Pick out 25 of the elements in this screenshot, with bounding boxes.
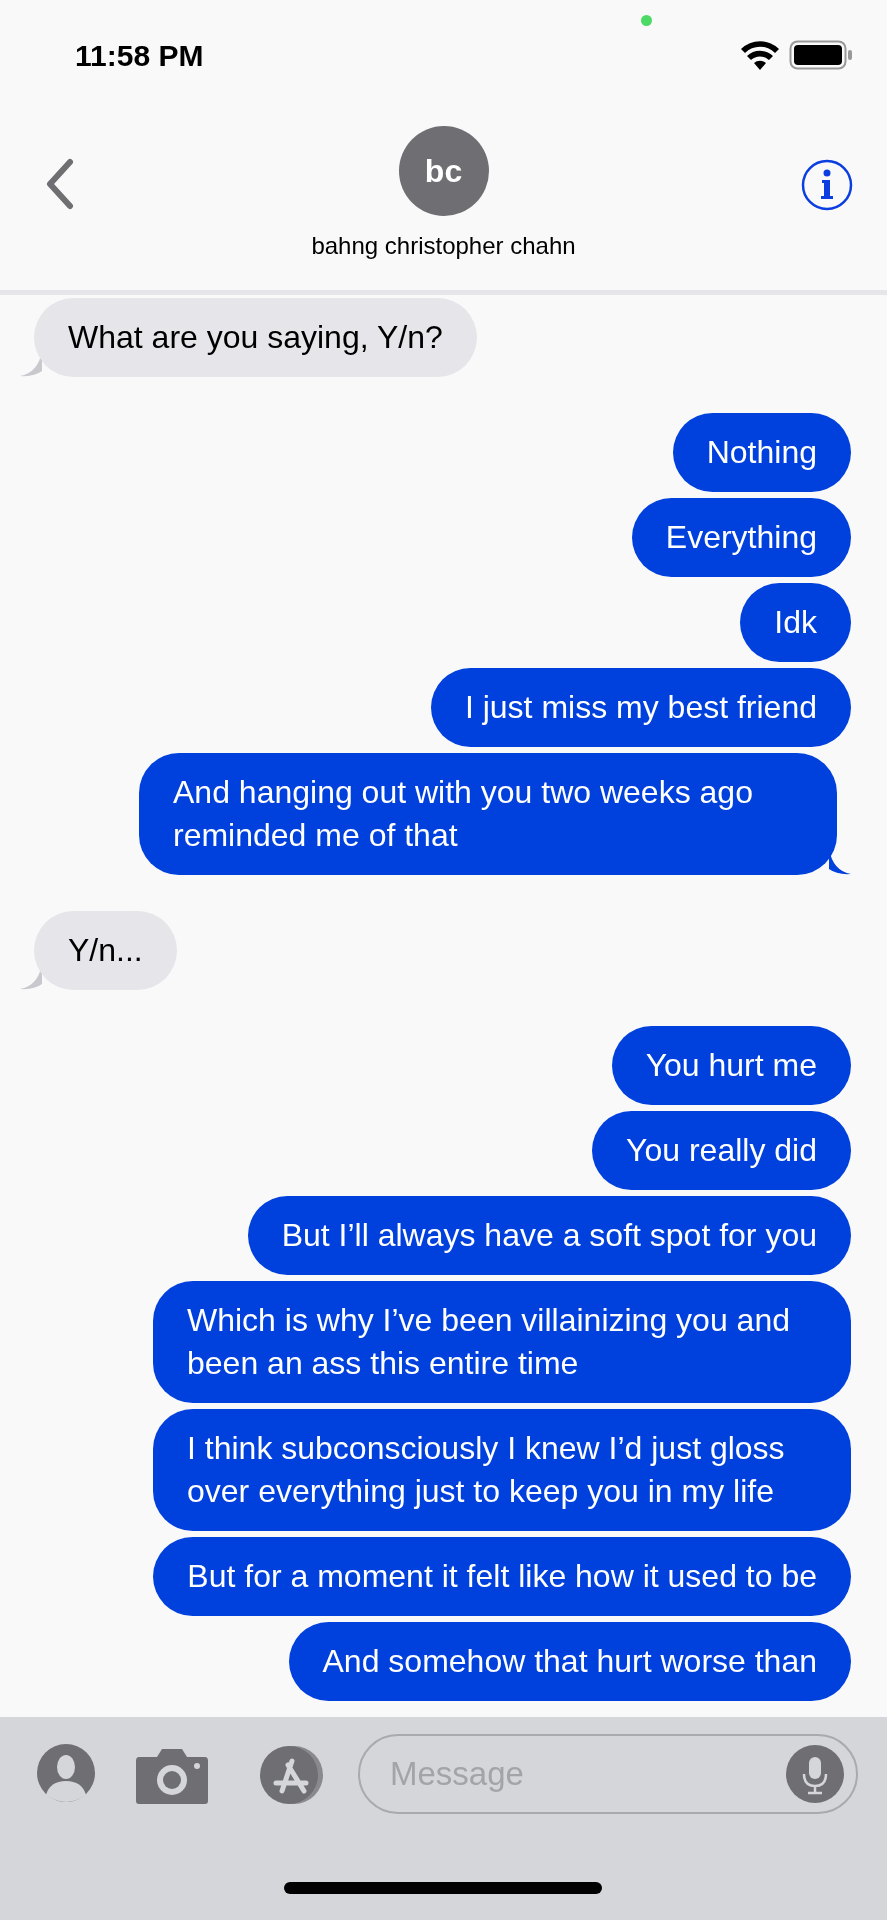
- sent-message: Which is why I’ve been villainizing you and been an ass this entire time: [153, 1281, 851, 1403]
- contact-avatar[interactable]: bc: [398, 126, 489, 216]
- received-message: Y/n...: [34, 911, 177, 990]
- wifi-icon: [739, 39, 781, 71]
- sent-message: And somehow that hurt worse than: [288, 1622, 851, 1701]
- received-message: What are you saying, Y/n?: [34, 298, 477, 377]
- sent-message: I think subconsciously I knew I’d just gloss over everything just to keep you in my life: [153, 1409, 851, 1531]
- sent-message: You hurt me: [611, 1026, 851, 1105]
- privacy-indicator: [641, 15, 652, 26]
- info-icon[interactable]: [800, 158, 854, 212]
- battery-icon: [789, 40, 853, 70]
- camera-icon[interactable]: [135, 1747, 209, 1805]
- microphone-icon[interactable]: [785, 1744, 845, 1804]
- back-icon[interactable]: [44, 158, 76, 210]
- sent-message: And hanging out with you two weeks ago reminded me of that: [139, 753, 837, 875]
- sent-message: Everything: [631, 498, 851, 577]
- sent-message: Nothing: [672, 413, 851, 492]
- sent-message: But I’ll always have a soft spot for you: [247, 1196, 851, 1275]
- contact-icon[interactable]: [36, 1743, 96, 1803]
- sent-message: I just miss my best friend: [430, 668, 851, 747]
- status-time: 11:58 PM: [75, 37, 204, 74]
- sent-message: But for a moment it felt like how it used to be: [153, 1537, 851, 1616]
- contact-name[interactable]: bahng christopher chahn: [311, 228, 576, 264]
- sent-message: Idk: [740, 583, 851, 662]
- sent-message: You really did: [592, 1111, 851, 1190]
